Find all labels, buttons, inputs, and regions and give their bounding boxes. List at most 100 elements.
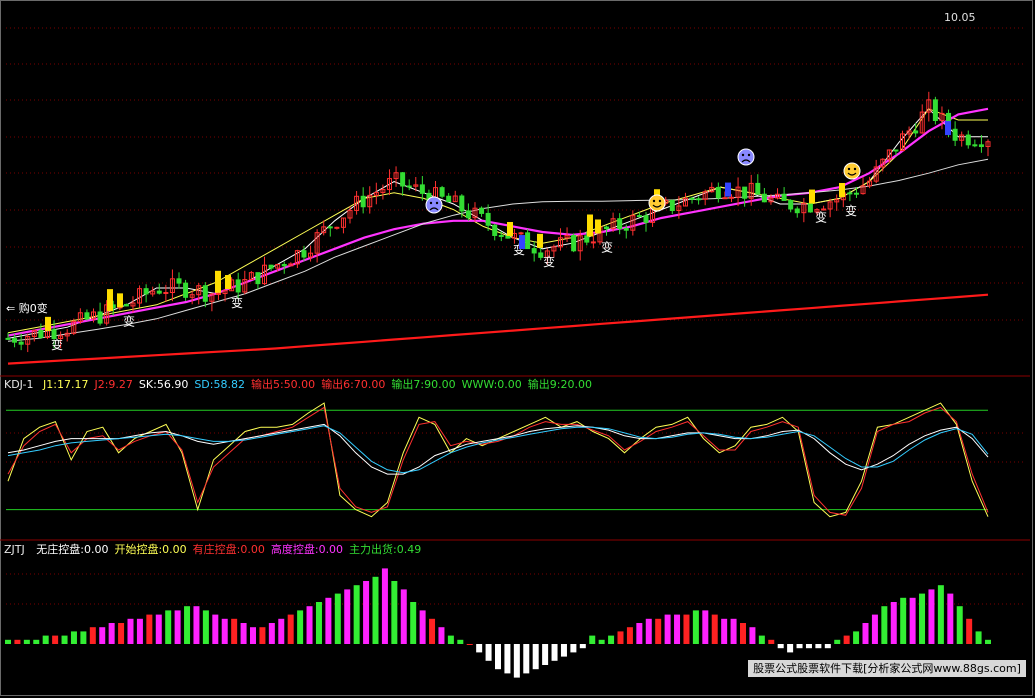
candle-body <box>18 341 24 345</box>
zjtj-bar <box>523 644 530 674</box>
candle-body <box>143 288 149 295</box>
zjtj-bar <box>381 568 388 644</box>
zjtj-bar <box>909 597 916 644</box>
zjtj-bar <box>824 644 831 649</box>
zjtj-bar <box>645 618 652 644</box>
zjtj-bar <box>240 623 247 644</box>
zjtj-bar <box>70 631 77 644</box>
zjtj-bar <box>862 623 869 644</box>
candle-body <box>235 279 241 293</box>
candle-body <box>268 264 274 269</box>
zjtj-bar <box>315 602 322 644</box>
zjtj-legend-item: 有庄控盘:0.00 <box>192 543 265 556</box>
zjtj-bar <box>52 635 59 644</box>
candle-body <box>978 144 984 148</box>
face-circle <box>843 162 861 180</box>
zjtj-bar <box>23 639 30 644</box>
blue-bar <box>725 182 731 197</box>
candle-body <box>525 232 531 250</box>
zjtj-bar <box>617 631 624 644</box>
footer-banner[interactable]: 股票公式股票软件下载[分析家公式网www.88gs.com] <box>748 660 1026 677</box>
kdj-line <box>7 402 989 518</box>
zjtj-bar <box>372 576 379 644</box>
candle-body <box>400 172 406 187</box>
zjtj-bar <box>513 644 520 678</box>
candle-body <box>636 215 642 218</box>
left-marker-label: ⇐ 购0变 <box>6 302 48 315</box>
candle-body <box>847 192 853 195</box>
candle-body <box>406 185 412 188</box>
zjtj-bar <box>250 627 256 644</box>
face-eye <box>853 167 857 171</box>
zjtj-bar <box>278 618 285 644</box>
signal-text: 变 <box>51 337 63 352</box>
zjtj-bar <box>108 623 115 644</box>
zjtj-bar <box>495 644 501 670</box>
zjtj-bar <box>297 610 304 644</box>
candle-body <box>163 292 169 295</box>
zjtj-bar <box>344 589 351 644</box>
kdj-legend-item: 输出9:20.00 <box>527 378 592 391</box>
zjtj-bar <box>136 618 143 644</box>
signal-bar <box>45 316 51 331</box>
candle-body <box>215 292 221 295</box>
zjtj-bar <box>268 623 275 644</box>
zjtj-bar <box>579 644 586 649</box>
candle-body <box>156 290 162 294</box>
candle-body <box>788 199 794 210</box>
zjtj-bar <box>966 618 973 644</box>
face-eye <box>429 201 433 205</box>
candle-body <box>505 235 511 239</box>
happy-face-icon <box>843 162 861 180</box>
zjtj-bar <box>721 618 728 644</box>
zjtj-bar <box>881 606 888 644</box>
kdj-line <box>7 423 989 475</box>
candle-body <box>755 182 761 195</box>
high-marker-label: 10.05 <box>944 11 976 24</box>
face-eye <box>652 199 656 203</box>
signal-bar <box>225 275 231 290</box>
face-eye <box>658 199 662 203</box>
candle-body <box>794 208 800 214</box>
signal-text: 变 <box>601 239 613 254</box>
zjtj-bar <box>80 631 87 644</box>
zjtj-bar <box>5 639 11 644</box>
face-circle <box>737 148 755 166</box>
zjtj-bar <box>956 606 963 644</box>
zjtj-bar <box>14 639 21 644</box>
candle-body <box>722 197 728 200</box>
zjtj-bar <box>834 639 841 644</box>
zjtj-bar <box>560 644 567 657</box>
zjtj-bar <box>118 623 125 644</box>
signal-bar <box>507 221 513 236</box>
face-eye <box>847 167 851 171</box>
zjtj-legend: ZJTJ 无庄控盘:0.00 开始控盘:0.00 有庄控盘:0.00 高度控盘:0.0… <box>4 543 427 556</box>
candle-body <box>853 192 859 195</box>
candle-body <box>571 234 577 252</box>
zjtj-bar <box>919 593 926 644</box>
zjtj-bar <box>155 614 162 644</box>
zjtj-bar <box>447 635 454 644</box>
signal-text: 变 <box>543 254 555 269</box>
zjtj-bar <box>325 597 332 644</box>
zjtj-bar <box>853 631 860 644</box>
signal-text: 变 <box>123 313 135 328</box>
candle-body <box>518 232 524 235</box>
signal-bar <box>809 189 815 204</box>
candle-body <box>742 186 748 199</box>
candle-body <box>643 215 649 223</box>
candle-body <box>604 226 610 230</box>
zjtj-bar <box>758 635 765 644</box>
highlight-bar <box>215 270 221 293</box>
ma-line <box>7 107 989 337</box>
candle-body <box>492 224 498 236</box>
zjtj-bar <box>890 602 897 644</box>
zjtj-bar <box>805 644 812 649</box>
zjtj-bar <box>900 597 907 644</box>
zjtj-bar <box>674 614 681 644</box>
highlight-bar <box>587 214 593 237</box>
zjtj-bar <box>127 618 134 644</box>
zjtj-bar <box>871 614 878 644</box>
kdj-legend-item: 输出5:50.00 <box>250 378 316 391</box>
zjtj-bar <box>353 585 360 644</box>
